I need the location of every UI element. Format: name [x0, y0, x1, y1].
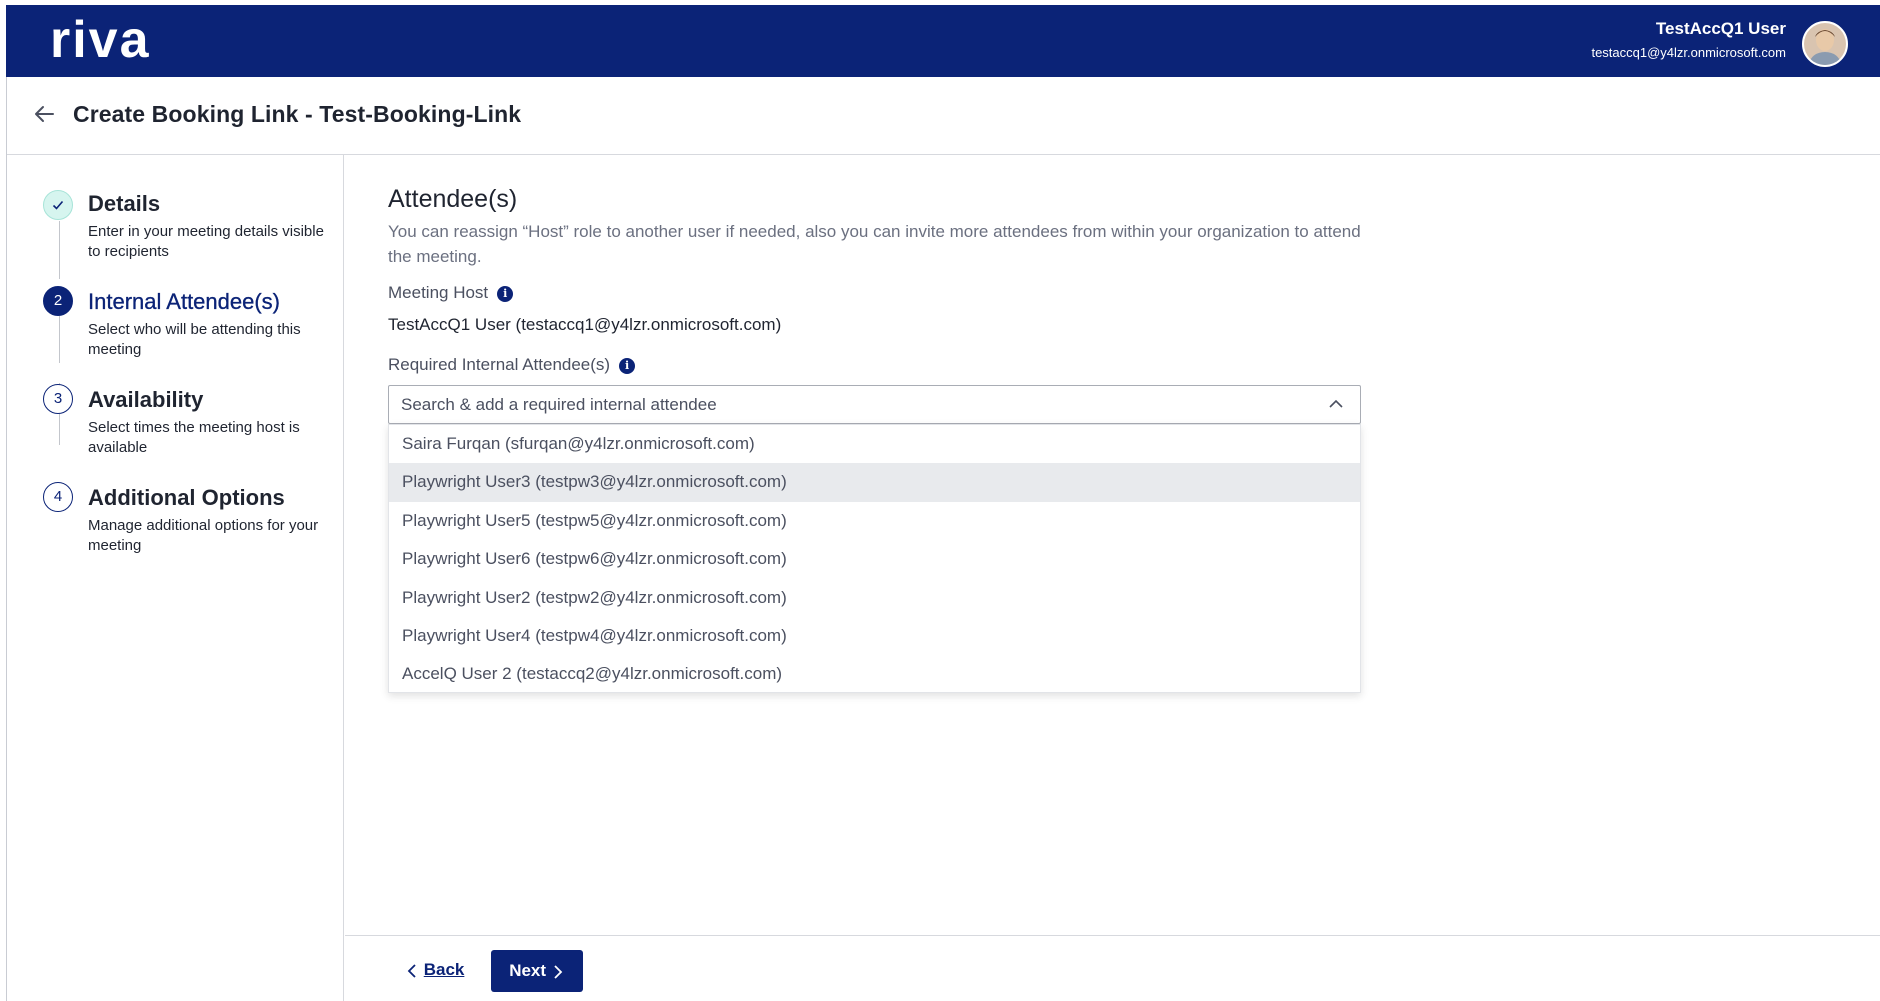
meeting-host-label: Meeting Host i: [388, 283, 514, 303]
page-header: Create Booking Link - Test-Booking-Link: [7, 77, 1880, 155]
chevron-up-icon[interactable]: [1328, 398, 1344, 410]
chevron-right-icon: [554, 964, 563, 979]
avatar-image: [1804, 23, 1846, 65]
back-button[interactable]: Back: [405, 954, 464, 986]
step-number: 2: [43, 286, 73, 316]
dropdown-option[interactable]: AccelQ User 2 (testaccq2@y4lzr.onmicroso…: [389, 655, 1360, 693]
user-name: TestAccQ1 User: [1655, 19, 1786, 38]
main-content: Attendee(s) You can reassign “Host” role…: [345, 155, 1880, 935]
riva-logo: riva: [50, 17, 151, 67]
meeting-host-value: TestAccQ1 User (testaccq1@y4lzr.onmicros…: [388, 315, 782, 334]
back-button-label: Back: [423, 960, 465, 979]
step-number: 3: [43, 384, 73, 414]
step-title: Availability: [88, 387, 204, 412]
next-button[interactable]: Next: [491, 950, 583, 992]
dropdown-option[interactable]: Saira Furqan (sfurqan@y4lzr.onmicrosoft.…: [389, 425, 1360, 463]
user-info: TestAccQ1 User testaccq1@y4lzr.onmicroso…: [1591, 19, 1786, 62]
required-attendees-label: Required Internal Attendee(s) i: [388, 355, 636, 375]
next-button-label: Next: [509, 961, 547, 980]
page-title: Create Booking Link - Test-Booking-Link: [73, 101, 522, 127]
stepper-sidebar: Details Enter in your meeting details vi…: [7, 155, 344, 1001]
dropdown-option[interactable]: Playwright User6 (testpw6@y4lzr.onmicros…: [389, 540, 1360, 578]
info-icon[interactable]: i: [497, 286, 514, 302]
step-connector: [59, 221, 60, 279]
dropdown-option[interactable]: Playwright User2 (testpw2@y4lzr.onmicros…: [389, 579, 1360, 617]
avatar[interactable]: [1802, 21, 1848, 67]
chevron-left-icon: [407, 963, 416, 978]
step-title: Internal Attendee(s): [88, 289, 281, 314]
step-description: Select who will be attending this meetin…: [88, 321, 301, 358]
attendee-dropdown-list: Saira Furqan (sfurqan@y4lzr.onmicrosoft.…: [388, 424, 1361, 693]
step-description: Manage additional options for your meeti…: [88, 517, 319, 554]
section-title: Attendee(s): [388, 185, 518, 213]
step-title: Details: [88, 191, 161, 216]
footer-bar: Back Next: [345, 935, 1880, 1001]
info-icon[interactable]: i: [619, 358, 636, 374]
attendee-search-combobox[interactable]: [388, 385, 1361, 424]
svg-text:riva: riva: [50, 17, 151, 67]
back-arrow-icon[interactable]: [31, 101, 57, 127]
meeting-host-label-text: Meeting Host: [388, 283, 489, 302]
dropdown-option[interactable]: Playwright User5 (testpw5@y4lzr.onmicros…: [389, 502, 1360, 540]
step-description: Select times the meeting host is availab…: [88, 419, 300, 456]
user-email: testaccq1@y4lzr.onmicrosoft.com: [1591, 45, 1786, 60]
section-description: You can reassign “Host” role to another …: [388, 222, 1361, 266]
dropdown-option[interactable]: Playwright User3 (testpw3@y4lzr.onmicros…: [389, 463, 1360, 502]
step-number: 4: [43, 482, 73, 512]
step-description: Enter in your meeting details visible to…: [88, 223, 324, 260]
top-bar: riva TestAccQ1 User testaccq1@y4lzr.onmi…: [6, 5, 1880, 77]
check-icon: [43, 190, 73, 220]
attendee-search-input[interactable]: [401, 394, 1301, 416]
required-attendees-label-text: Required Internal Attendee(s): [388, 355, 611, 374]
dropdown-option[interactable]: Playwright User4 (testpw4@y4lzr.onmicros…: [389, 617, 1360, 655]
step-title: Additional Options: [88, 485, 285, 510]
